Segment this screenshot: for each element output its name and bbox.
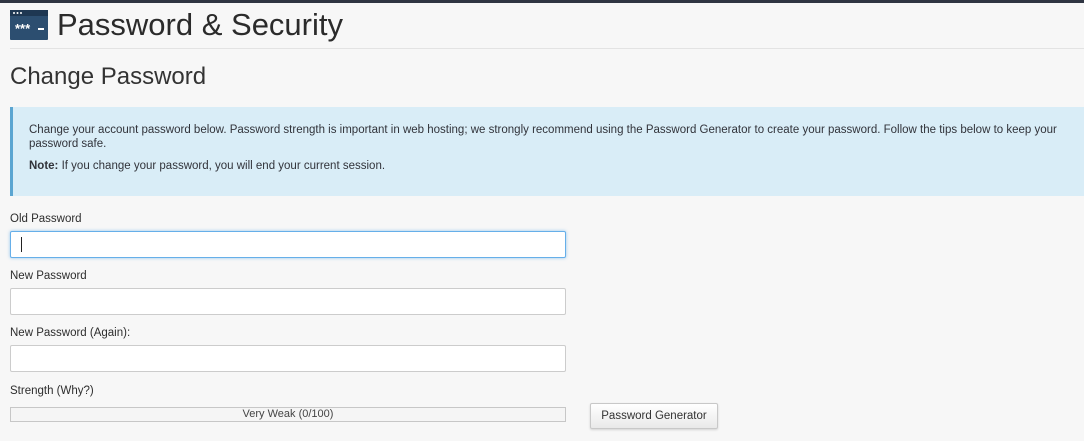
- page-header: *** Password & Security: [10, 5, 343, 45]
- old-password-field[interactable]: [10, 231, 566, 258]
- old-password-label: Old Password: [10, 213, 82, 225]
- password-generator-button[interactable]: Password Generator: [590, 403, 718, 429]
- strength-meter: Very Weak (0/100): [10, 407, 566, 422]
- text-caret: [21, 237, 22, 252]
- new-password-again-field[interactable]: [10, 345, 566, 372]
- header-divider: [10, 48, 1084, 49]
- password-icon: ***: [10, 10, 48, 40]
- page-title: Password & Security: [57, 7, 343, 42]
- section-title: Change Password: [10, 63, 207, 90]
- info-message: Change your account password below. Pass…: [29, 124, 1057, 150]
- password-icon-text: ***: [15, 21, 31, 36]
- new-password-label: New Password: [10, 270, 87, 282]
- strength-meter-text: Very Weak (0/100): [242, 408, 334, 420]
- info-callout: Change your account password below. Pass…: [10, 107, 1084, 196]
- info-note: Note: If you change your password, you w…: [29, 159, 1084, 173]
- new-password-field[interactable]: [10, 288, 566, 315]
- note-text: If you change your password, you will en…: [58, 160, 386, 172]
- note-label: Note:: [29, 160, 59, 172]
- top-strip: [0, 0, 1084, 3]
- strength-label[interactable]: Strength (Why?): [10, 385, 94, 397]
- new-password-again-label: New Password (Again):: [10, 327, 131, 339]
